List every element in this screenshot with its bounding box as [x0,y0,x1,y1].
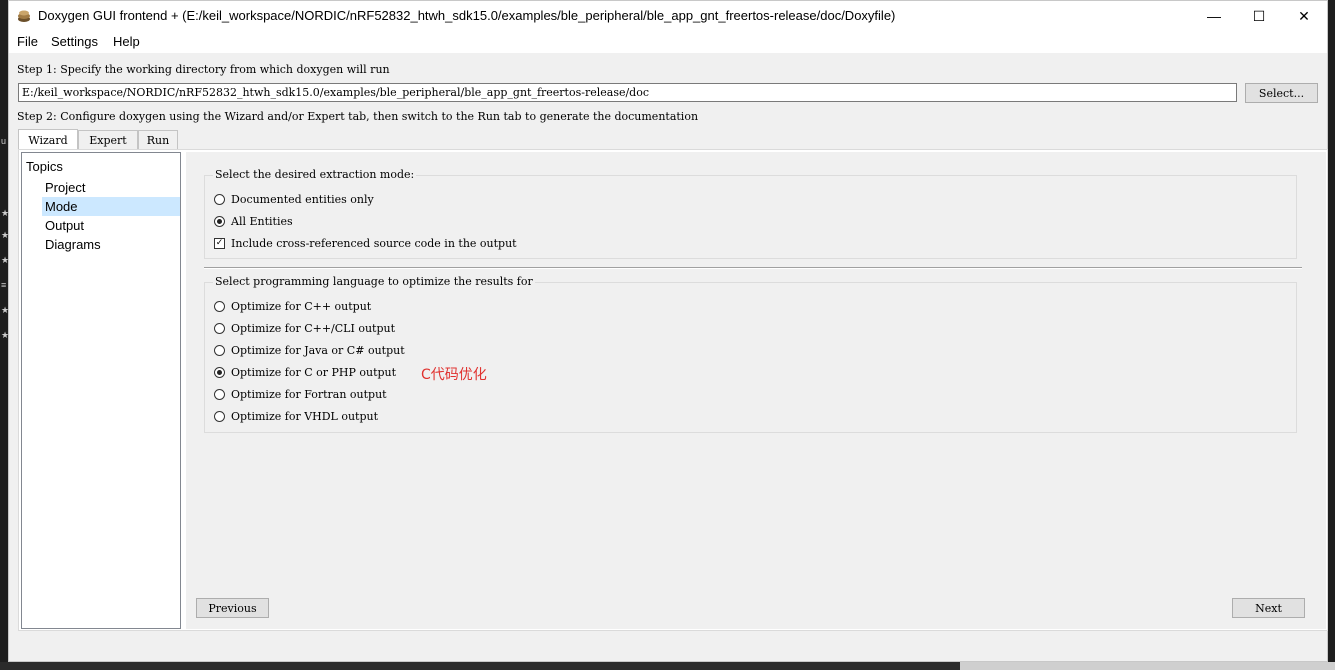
taskbar-strip-light [960,662,1335,670]
step2-label: Step 2: Configure doxygen using the Wiza… [17,110,699,123]
maximize-icon: ☐ [1252,7,1266,24]
radio-circle-icon [214,344,225,356]
radio-circle-icon [214,322,225,334]
close-icon: ✕ [1298,7,1310,24]
minimize-button[interactable]: — [1191,1,1237,31]
menu-help[interactable]: Help [113,34,140,49]
radio-documented-entities[interactable]: Documented entities only [214,191,374,207]
working-directory-input[interactable]: E:/keil_workspace/NORDIC/nRF52832_htwh_s… [18,83,1237,102]
doxygen-window: Doxygen GUI frontend + (E:/keil_workspac… [8,0,1328,662]
radio-optimize-cpp[interactable]: Optimize for C++ output [214,298,371,314]
doxygen-app-icon [18,10,30,22]
separator [204,267,1302,269]
close-button[interactable]: ✕ [1281,1,1327,31]
menu-file[interactable]: File [17,34,38,49]
language-group-label: Select programming language to optimize … [213,275,535,288]
topic-mode[interactable]: Mode [42,197,180,216]
title-bar: Doxygen GUI frontend + (E:/keil_workspac… [9,1,1327,31]
maximize-button[interactable]: ☐ [1236,1,1282,31]
previous-button[interactable]: Previous [196,598,269,618]
tab-expert[interactable]: Expert [78,130,138,149]
extraction-mode-group: Select the desired extraction mode: Docu… [204,168,1297,259]
topic-project[interactable]: Project [42,178,180,197]
radio-optimize-vhdl[interactable]: Optimize for VHDL output [214,408,378,424]
radio-optimize-fortran[interactable]: Optimize for Fortran output [214,386,387,402]
minimize-icon: — [1207,8,1221,24]
tab-wizard[interactable]: Wizard [18,129,78,150]
topics-tree: Topics Project Mode Output Diagrams [21,152,181,629]
topics-heading: Topics [26,159,63,174]
select-directory-button[interactable]: Select... [1245,83,1318,103]
radio-all-entities[interactable]: All Entities [214,213,293,229]
menu-bar: File Settings Help [9,31,1327,53]
checkbox-cross-referenced-source[interactable]: ✓ Include cross-referenced source code i… [214,235,517,251]
radio-optimize-c-php[interactable]: Optimize for C or PHP output [214,364,396,380]
checkmark-icon: ✓ [214,237,225,249]
background-window-edge: u ★ ★ ★ ≡ ★ ★ [1,136,10,340]
menu-settings[interactable]: Settings [51,34,98,49]
annotation-text: C代码优化 [421,367,487,383]
radio-circle-icon [214,300,225,312]
radio-circle-icon [214,388,225,400]
radio-optimize-java-csharp[interactable]: Optimize for Java or C# output [214,342,405,358]
window-title: Doxygen GUI frontend + (E:/keil_workspac… [38,8,896,23]
language-group: Select programming language to optimize … [204,275,1297,433]
radio-circle-icon [214,410,225,422]
topic-output[interactable]: Output [42,216,180,235]
mode-panel: Select the desired extraction mode: Docu… [186,152,1326,629]
next-button[interactable]: Next [1232,598,1305,618]
taskbar-strip [0,662,960,670]
radio-circle-icon [214,193,225,205]
radio-optimize-cpp-cli[interactable]: Optimize for C++/CLI output [214,320,395,336]
tab-run[interactable]: Run [138,130,178,149]
wizard-content: Topics Project Mode Output Diagrams Sele… [18,149,1328,631]
radio-selected-icon [214,366,225,378]
extraction-mode-label: Select the desired extraction mode: [213,168,417,181]
topic-diagrams[interactable]: Diagrams [42,235,180,254]
radio-selected-icon [214,215,225,227]
step1-label: Step 1: Specify the working directory fr… [17,63,390,76]
